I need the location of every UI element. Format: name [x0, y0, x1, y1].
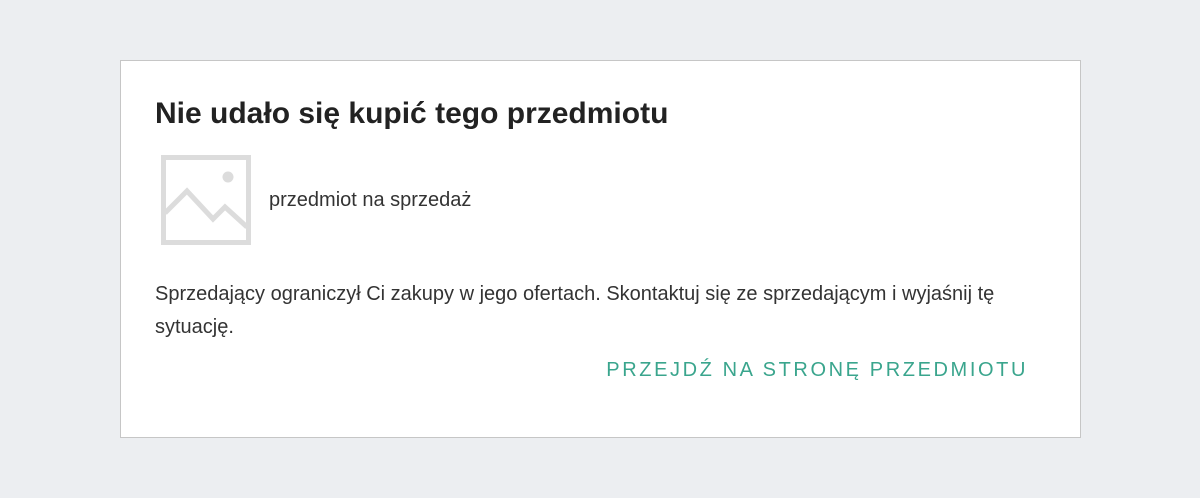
dialog-title: Nie udało się kupić tego przedmiotu: [155, 97, 669, 130]
item-summary: przedmiot na sprzedaż: [161, 155, 471, 245]
purchase-failed-dialog: Nie udało się kupić tego przedmiotu prze…: [120, 60, 1081, 438]
item-name: przedmiot na sprzedaż: [269, 188, 472, 211]
go-to-item-link[interactable]: PRZEJDŹ NA STRONĘ PRZEDMIOTU: [606, 359, 1028, 382]
image-placeholder-icon: [161, 155, 251, 245]
error-message: Sprzedający ograniczył Ci zakupy w jego …: [155, 283, 995, 338]
